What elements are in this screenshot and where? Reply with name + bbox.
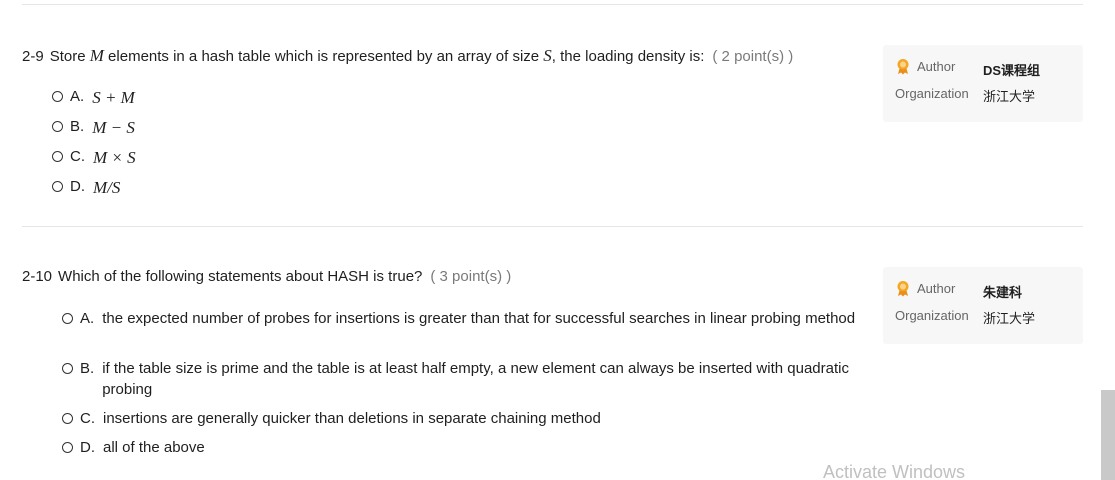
question-divider [22,226,1083,227]
author-card: Author 朱建科 Organization 浙江大学 [883,267,1083,344]
author-row: Author [895,280,955,297]
organization-row: Organization [895,308,969,323]
option-letter: C. [80,410,95,427]
option-b[interactable]: B. M − S [52,118,135,138]
math-var-s: S [543,46,552,65]
radio-button[interactable] [52,181,63,192]
top-divider [22,4,1083,5]
question-points: ( 2 point(s) ) [712,48,794,65]
question-2-10-header: 2-10 Which of the following statements ab… [22,268,511,285]
option-letter: B. [70,118,85,135]
option-a[interactable]: A. the expected number of probes for ins… [62,310,862,329]
medal-icon [897,281,909,297]
option-math: S + M [92,88,135,107]
author-name: 朱建科 [983,285,1023,300]
organization-label: Organization [895,86,969,101]
radio-button[interactable] [62,413,73,424]
medal-icon [897,59,909,75]
radio-button[interactable] [62,442,73,453]
question-stem: Which of the following statements about … [58,268,423,285]
activate-windows-watermark: Activate Windows [823,462,966,480]
option-math: M × S [93,148,136,167]
author-card: Author DS课程组 Organization 浙江大学 [883,45,1083,122]
radio-button[interactable] [52,91,63,102]
option-text: insertions are generally quicker than de… [103,410,601,427]
option-d[interactable]: D. M/S [52,178,120,198]
option-letter: A. [80,310,95,327]
option-c[interactable]: C. insertions are generally quicker than… [62,410,862,429]
question-number: 2-10 [22,268,53,285]
author-row: Author [895,58,955,75]
author-label: Author [917,59,956,74]
organization-row: Organization [895,86,969,101]
scrollbar-thumb[interactable] [1101,390,1115,480]
question-stem-part: , the loading density is: [551,48,705,65]
question-points: ( 3 point(s) ) [430,268,512,285]
radio-button[interactable] [52,151,63,162]
organization-name: 浙江大学 [983,311,1036,326]
organization-name: 浙江大学 [983,89,1036,104]
option-d[interactable]: D. all of the above [62,439,862,458]
option-math: M − S [92,118,135,137]
question-stem-part: Store [49,48,90,65]
radio-button[interactable] [62,363,73,374]
option-letter: A. [70,88,85,105]
author-name: DS课程组 [983,63,1041,78]
option-a[interactable]: A. S + M [52,88,135,108]
radio-button[interactable] [52,121,63,132]
option-letter: C. [70,148,85,165]
question-2-9-header: 2-9 Store M elements in a hash table whic… [22,46,793,66]
option-letter: D. [70,178,85,195]
option-letter: D. [80,439,95,456]
author-label: Author [917,281,956,296]
option-b[interactable]: B. if the table size is prime and the ta… [62,360,862,400]
radio-button[interactable] [62,313,73,324]
question-number: 2-9 [22,48,44,65]
math-var-m: M [89,46,104,65]
option-text: the expected number of probes for insert… [102,310,856,327]
option-text: all of the above [103,439,205,456]
option-c[interactable]: C. M × S [52,148,136,168]
organization-label: Organization [895,308,969,323]
option-letter: B. [80,360,95,377]
option-math: M/S [93,178,121,197]
question-stem-part: elements in a hash table which is repres… [103,48,544,65]
option-text: if the table size is prime and the table… [102,360,849,398]
